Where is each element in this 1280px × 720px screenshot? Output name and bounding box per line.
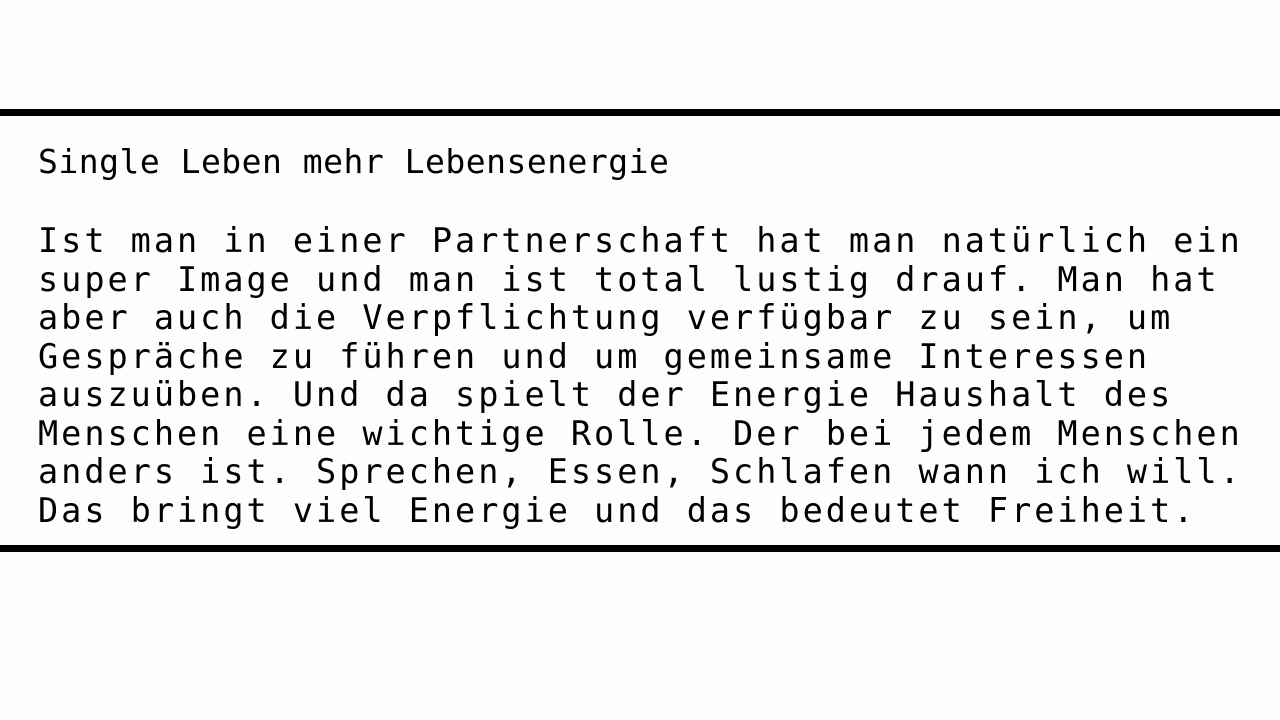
paragraph-line: Gespräche zu führen und um gemeinsame In… [38,336,1151,376]
bottom-divider [0,545,1280,552]
text-panel: Single Leben mehr Lebensenergie Ist man … [38,140,1268,530]
paragraph-line: aber auch die Verpflichtung verfügbar zu… [38,298,1174,337]
paragraph-line: Ist man in einer Partnerschaft hat man n… [38,221,1243,260]
paragraph-line: super Image und man ist total lustig dra… [38,259,1220,299]
paragraph-line: auszuüben. Und da spielt der Energie Hau… [38,375,1174,414]
paragraph-line: Menschen eine wichtige Rolle. Der bei je… [38,413,1243,453]
paragraph-line: Das bringt viel Energie und das bedeutet… [38,490,1197,530]
top-divider [0,109,1280,116]
paragraph: Ist man in einer Partnerschaft hat man n… [38,221,1268,530]
page-title: Single Leben mehr Lebensenergie [38,142,670,181]
paragraph-line: anders ist. Sprechen, Essen, Schlafen wa… [38,452,1243,491]
